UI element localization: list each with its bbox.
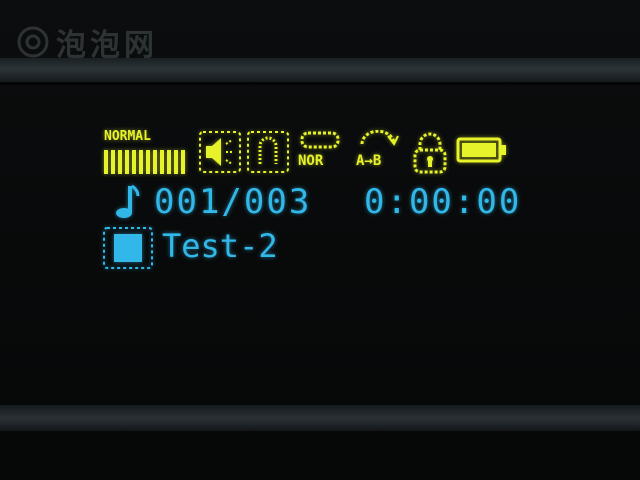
lock-icon	[413, 132, 447, 174]
watermark: 泡泡网	[16, 22, 158, 63]
player-device: 泡泡网 NORMAL NOR A→B 001/003 0:00:00 Test-…	[0, 0, 640, 480]
music-note-icon	[116, 184, 140, 218]
watermark-logo-icon	[17, 26, 49, 58]
bezel-bottom-rail	[0, 405, 640, 431]
eq-bars-icon	[104, 150, 185, 174]
stop-icon	[103, 227, 153, 269]
play-mode-label: NOR	[298, 153, 324, 169]
bezel-top-edge	[0, 82, 640, 85]
eq-mode-label: NORMAL	[104, 129, 151, 144]
ab-repeat-label: A→B	[356, 153, 382, 169]
oled-screen: NORMAL NOR A→B 001/003 0:00:00 Test-2	[96, 120, 536, 280]
elapsed-time: 0:00:00	[364, 182, 522, 222]
track-counter: 001/003	[154, 182, 312, 222]
song-title: Test-2	[162, 227, 278, 265]
ab-repeat-indicator: A→B	[354, 130, 402, 174]
speaker-volume-icon	[199, 131, 241, 173]
eq-indicator: NORMAL	[104, 126, 190, 178]
mode-frame-icon	[247, 131, 289, 173]
ab-repeat-icon	[360, 130, 399, 146]
repeat-icon	[300, 131, 340, 149]
play-mode-indicator: NOR	[296, 130, 344, 174]
bezel-top-rail	[0, 58, 640, 82]
battery-icon	[456, 137, 506, 163]
